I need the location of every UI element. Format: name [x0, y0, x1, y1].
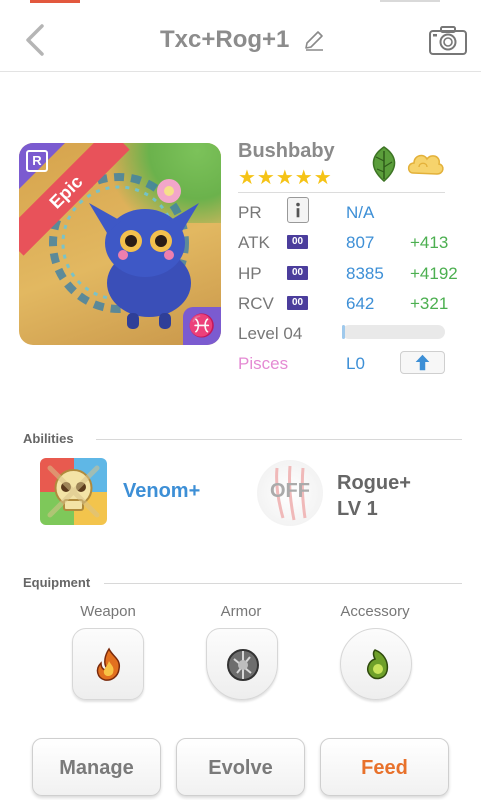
equipment-title: Equipment: [23, 575, 91, 590]
abilities-divider: [96, 439, 462, 440]
monster-name: Bushbaby: [238, 140, 335, 162]
accessory-slot[interactable]: [340, 628, 412, 700]
feed-button[interactable]: Feed: [320, 738, 449, 796]
pencil-icon[interactable]: [303, 29, 325, 51]
level-label: Level 04: [238, 324, 303, 343]
armor-orb-icon: [227, 649, 259, 681]
equipment-divider: [104, 583, 462, 584]
rcv-bonus: +321: [410, 294, 449, 313]
hp-bonus: +4192: [410, 264, 458, 283]
info-icon[interactable]: [287, 197, 309, 223]
upgrade-arrow-button[interactable]: [400, 351, 445, 374]
accessory-label: Accessory: [340, 603, 410, 620]
rcv-label: RCV: [238, 294, 274, 313]
page-title: Txc+Rog+1: [160, 26, 290, 53]
level-progress-fill: [342, 325, 345, 339]
leaf-element-icon: [372, 146, 396, 182]
armor-label: Armor: [220, 603, 262, 620]
atk-bonus: +413: [410, 233, 449, 252]
hp-plus-badge: 00: [287, 266, 308, 280]
ability-name-primary: Venom+: [123, 480, 201, 502]
pr-value: N/A: [346, 203, 375, 222]
cloud-element-icon: [407, 154, 444, 175]
skull-icon: [40, 458, 107, 525]
rcv-plus-badge: 00: [287, 296, 308, 310]
pisces-zodiac-icon: ♓: [183, 307, 221, 345]
weapon-label: Weapon: [80, 603, 136, 620]
camera-icon[interactable]: [428, 24, 468, 56]
zodiac-level: L0: [346, 354, 365, 373]
star-rating: ★★★★★: [238, 167, 333, 189]
title-area[interactable]: Txc+Rog+1: [160, 22, 325, 58]
ability-name-secondary: Rogue+: [337, 472, 411, 494]
rarity-badge: R: [26, 150, 48, 172]
header-bar: Txc+Rog+1: [0, 4, 481, 72]
atk-label: ATK: [238, 233, 270, 252]
name-divider: [238, 192, 445, 193]
evolve-button[interactable]: Evolve: [176, 738, 305, 796]
zodiac-sign-label: Pisces: [238, 354, 289, 373]
hp-value: 8385: [346, 264, 384, 283]
back-arrow-icon[interactable]: [20, 22, 50, 58]
ability-off-label: OFF: [270, 480, 310, 502]
manage-button[interactable]: Manage: [32, 738, 161, 796]
ability-secondary: Rogue+ LV 1: [337, 470, 411, 522]
ability-level-secondary: LV 1: [337, 498, 378, 520]
armor-slot[interactable]: [206, 628, 278, 700]
pr-label: PR: [238, 203, 262, 222]
weapon-fire-icon: [96, 647, 121, 681]
status-strip: [0, 0, 481, 3]
weapon-slot[interactable]: [72, 628, 144, 700]
abilities-title: Abilities: [23, 431, 74, 446]
atk-value: 807: [346, 233, 375, 252]
rcv-value: 642: [346, 294, 375, 313]
hp-label: HP: [238, 264, 262, 283]
venom-ability-icon[interactable]: [40, 458, 107, 525]
level-progress-bar: [342, 325, 445, 339]
atk-plus-badge: 00: [287, 235, 308, 249]
monster-portrait[interactable]: R Epic ♓: [19, 143, 221, 345]
accessory-gem-icon: [367, 649, 389, 680]
